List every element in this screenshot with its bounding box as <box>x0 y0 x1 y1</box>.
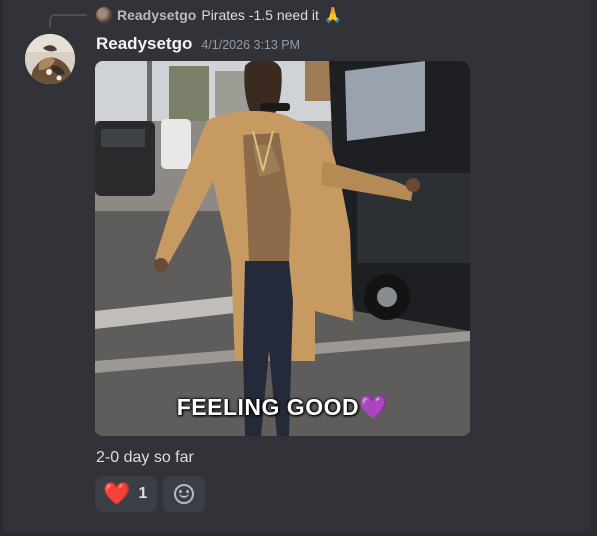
reply-text[interactable]: Pirates -1.5 need it <box>201 7 319 23</box>
reaction-count: 1 <box>138 485 148 502</box>
red-heart-icon: ❤️ <box>103 481 131 506</box>
reply-spine <box>49 14 87 28</box>
left-edge <box>0 0 3 536</box>
add-reaction-button[interactable] <box>163 476 206 512</box>
gif-image <box>95 61 470 436</box>
bottom-edge <box>0 531 597 536</box>
avatar[interactable] <box>25 34 75 84</box>
smile-icon <box>174 484 195 504</box>
pray-icon: 🙏 <box>323 6 343 24</box>
author-name[interactable]: Readysetgo <box>96 34 192 54</box>
right-edge <box>591 0 597 536</box>
reply-reference[interactable]: Readysetgo Pirates -1.5 need it 🙏 <box>96 4 343 26</box>
reactions-bar: ❤️ 1 <box>95 476 206 512</box>
reply-author[interactable]: Readysetgo <box>117 7 196 23</box>
message-text: 2-0 day so far <box>96 449 194 466</box>
timestamp[interactable]: 4/1/2026 3:13 PM <box>201 38 300 52</box>
message-header: Readysetgo 4/1/2026 3:13 PM <box>96 34 300 54</box>
reaction-red-heart[interactable]: ❤️ 1 <box>95 476 158 512</box>
purple-heart-icon: 💜 <box>359 394 389 420</box>
reply-avatar[interactable] <box>96 7 112 23</box>
gif-caption-text: FEELING GOOD <box>176 394 360 420</box>
gif-embed[interactable]: FEELING GOOD💜 <box>95 61 470 436</box>
gif-caption: FEELING GOOD💜 <box>95 394 470 421</box>
